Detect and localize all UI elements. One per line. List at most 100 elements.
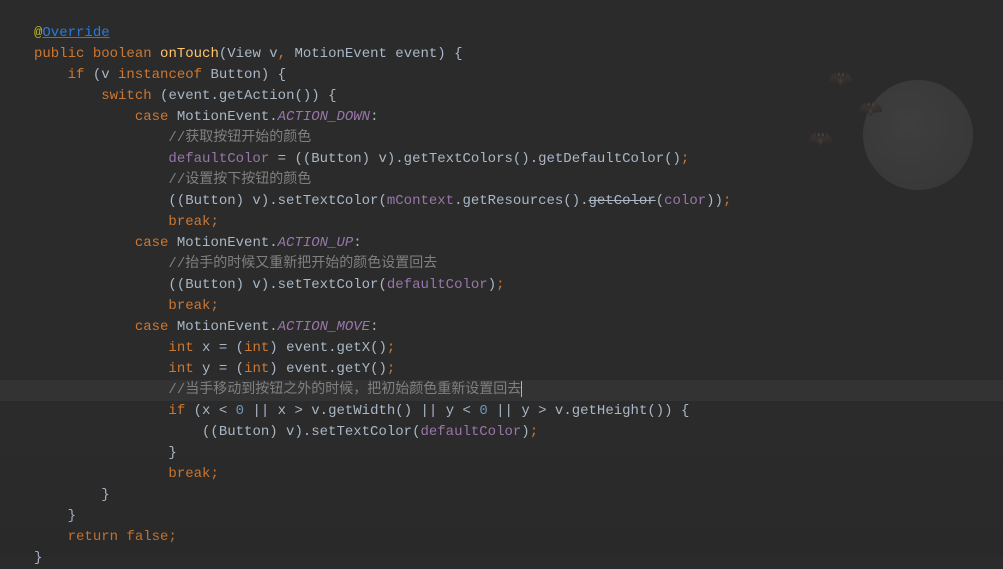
text: (event.getAction()) { bbox=[152, 88, 337, 104]
keyword-switch: switch bbox=[101, 88, 151, 104]
code-line: } bbox=[34, 506, 1003, 527]
text: MotionEvent. bbox=[168, 319, 277, 335]
method-name: onTouch bbox=[160, 46, 219, 62]
keyword-public: public bbox=[34, 46, 84, 62]
code-line: return false; bbox=[34, 527, 1003, 548]
annotation-override: Override bbox=[42, 25, 109, 41]
semicolon: ; bbox=[210, 298, 218, 314]
code-line: if (v instanceof Button) { bbox=[34, 65, 1003, 86]
semicolon: ; bbox=[681, 151, 689, 167]
text: x = ( bbox=[194, 340, 244, 356]
code-line: } bbox=[34, 548, 1003, 569]
colon: : bbox=[370, 319, 378, 335]
code-line: ((Button) v).setTextColor(defaultColor); bbox=[34, 422, 1003, 443]
text: )) bbox=[706, 193, 723, 209]
text: Button) { bbox=[202, 67, 286, 83]
constant: ACTION_MOVE bbox=[278, 319, 370, 335]
text: .getResources(). bbox=[454, 193, 588, 209]
code-line: public boolean onTouch(View v, MotionEve… bbox=[34, 44, 1003, 65]
text: (x < bbox=[185, 403, 235, 419]
code-line: switch (event.getAction()) { bbox=[34, 86, 1003, 107]
semicolon: ; bbox=[387, 340, 395, 356]
field: mContext bbox=[387, 193, 454, 209]
keyword-case: case bbox=[135, 235, 169, 251]
code-line: } bbox=[34, 443, 1003, 464]
text: ( bbox=[656, 193, 664, 209]
text: MotionEvent. bbox=[168, 109, 277, 125]
field: defaultColor bbox=[387, 277, 488, 293]
number: 0 bbox=[236, 403, 244, 419]
comment: //设置按下按钮的颜色 bbox=[168, 172, 311, 188]
text: ((Button) v).setTextColor( bbox=[168, 277, 386, 293]
semicolon: ; bbox=[387, 361, 395, 377]
code-line: ((Button) v).setTextColor(defaultColor); bbox=[34, 275, 1003, 296]
code-line: int x = (int) event.getX(); bbox=[34, 338, 1003, 359]
brace: } bbox=[34, 550, 42, 566]
code-line: ((Button) v).setTextColor(mContext.getRe… bbox=[34, 191, 1003, 212]
colon: : bbox=[370, 109, 378, 125]
constant: ACTION_UP bbox=[278, 235, 354, 251]
text: = ((Button) v).getTextColors().getDefaul… bbox=[269, 151, 681, 167]
keyword-case: case bbox=[135, 109, 169, 125]
code-line: case MotionEvent.ACTION_UP: bbox=[34, 233, 1003, 254]
semicolon: ; bbox=[723, 193, 731, 209]
keyword-case: case bbox=[135, 319, 169, 335]
keyword-instanceof: instanceof bbox=[118, 67, 202, 83]
text: || y > v.getHeight()) { bbox=[488, 403, 690, 419]
keyword-break: break bbox=[168, 298, 210, 314]
code-line: break; bbox=[34, 464, 1003, 485]
code-line: break; bbox=[34, 296, 1003, 317]
number: 0 bbox=[479, 403, 487, 419]
text: || x > v.getWidth() || y < bbox=[244, 403, 479, 419]
params: MotionEvent event) bbox=[286, 46, 446, 62]
text: ) bbox=[488, 277, 496, 293]
text: ) event.getY() bbox=[269, 361, 387, 377]
comment: //抬手的时候又重新把开始的颜色设置回去 bbox=[168, 256, 437, 272]
comma: , bbox=[278, 46, 286, 62]
code-line: } bbox=[34, 485, 1003, 506]
keyword-if: if bbox=[168, 403, 185, 419]
text: ) event.getX() bbox=[269, 340, 387, 356]
semicolon: ; bbox=[210, 214, 218, 230]
comment: //获取按钮开始的颜色 bbox=[168, 130, 311, 146]
deprecated-method: getColor bbox=[589, 193, 656, 209]
code-editor[interactable]: @Override public boolean onTouch(View v,… bbox=[34, 23, 1003, 569]
semicolon: ; bbox=[210, 466, 218, 482]
brace: } bbox=[101, 487, 109, 503]
text: ) bbox=[521, 424, 529, 440]
text: (v bbox=[84, 67, 118, 83]
code-line-highlighted: //当手移动到按钮之外的时候，把初始颜色重新设置回去 bbox=[0, 380, 1003, 401]
keyword-return: return bbox=[68, 529, 118, 545]
keyword-break: break bbox=[168, 214, 210, 230]
brace: { bbox=[446, 46, 463, 62]
field: color bbox=[664, 193, 706, 209]
field: defaultColor bbox=[168, 151, 269, 167]
semicolon: ; bbox=[496, 277, 504, 293]
code-line: if (x < 0 || x > v.getWidth() || y < 0 |… bbox=[34, 401, 1003, 422]
semicolon: ; bbox=[168, 529, 176, 545]
colon: : bbox=[353, 235, 361, 251]
keyword-if: if bbox=[68, 67, 85, 83]
code-line: int y = (int) event.getY(); bbox=[34, 359, 1003, 380]
keyword-boolean: boolean bbox=[93, 46, 152, 62]
keyword-break: break bbox=[168, 466, 210, 482]
text: ((Button) v).setTextColor( bbox=[202, 424, 420, 440]
code-line: break; bbox=[34, 212, 1003, 233]
text: ((Button) v).setTextColor( bbox=[168, 193, 386, 209]
code-line: //设置按下按钮的颜色 bbox=[34, 170, 1003, 191]
params: (View v bbox=[219, 46, 278, 62]
semicolon: ; bbox=[530, 424, 538, 440]
keyword-int: int bbox=[168, 361, 193, 377]
code-line: //抬手的时候又重新把开始的颜色设置回去 bbox=[34, 254, 1003, 275]
keyword-int: int bbox=[244, 361, 269, 377]
code-line: //获取按钮开始的颜色 bbox=[34, 128, 1003, 149]
brace: } bbox=[68, 508, 76, 524]
brace: } bbox=[168, 445, 176, 461]
constant: ACTION_DOWN bbox=[278, 109, 370, 125]
comment: //当手移动到按钮之外的时候，把初始颜色重新设置回去 bbox=[168, 382, 521, 398]
code-line: defaultColor = ((Button) v).getTextColor… bbox=[34, 149, 1003, 170]
code-line: case MotionEvent.ACTION_MOVE: bbox=[34, 317, 1003, 338]
text: y = ( bbox=[194, 361, 244, 377]
keyword-int: int bbox=[168, 340, 193, 356]
keyword-false: false bbox=[118, 529, 168, 545]
